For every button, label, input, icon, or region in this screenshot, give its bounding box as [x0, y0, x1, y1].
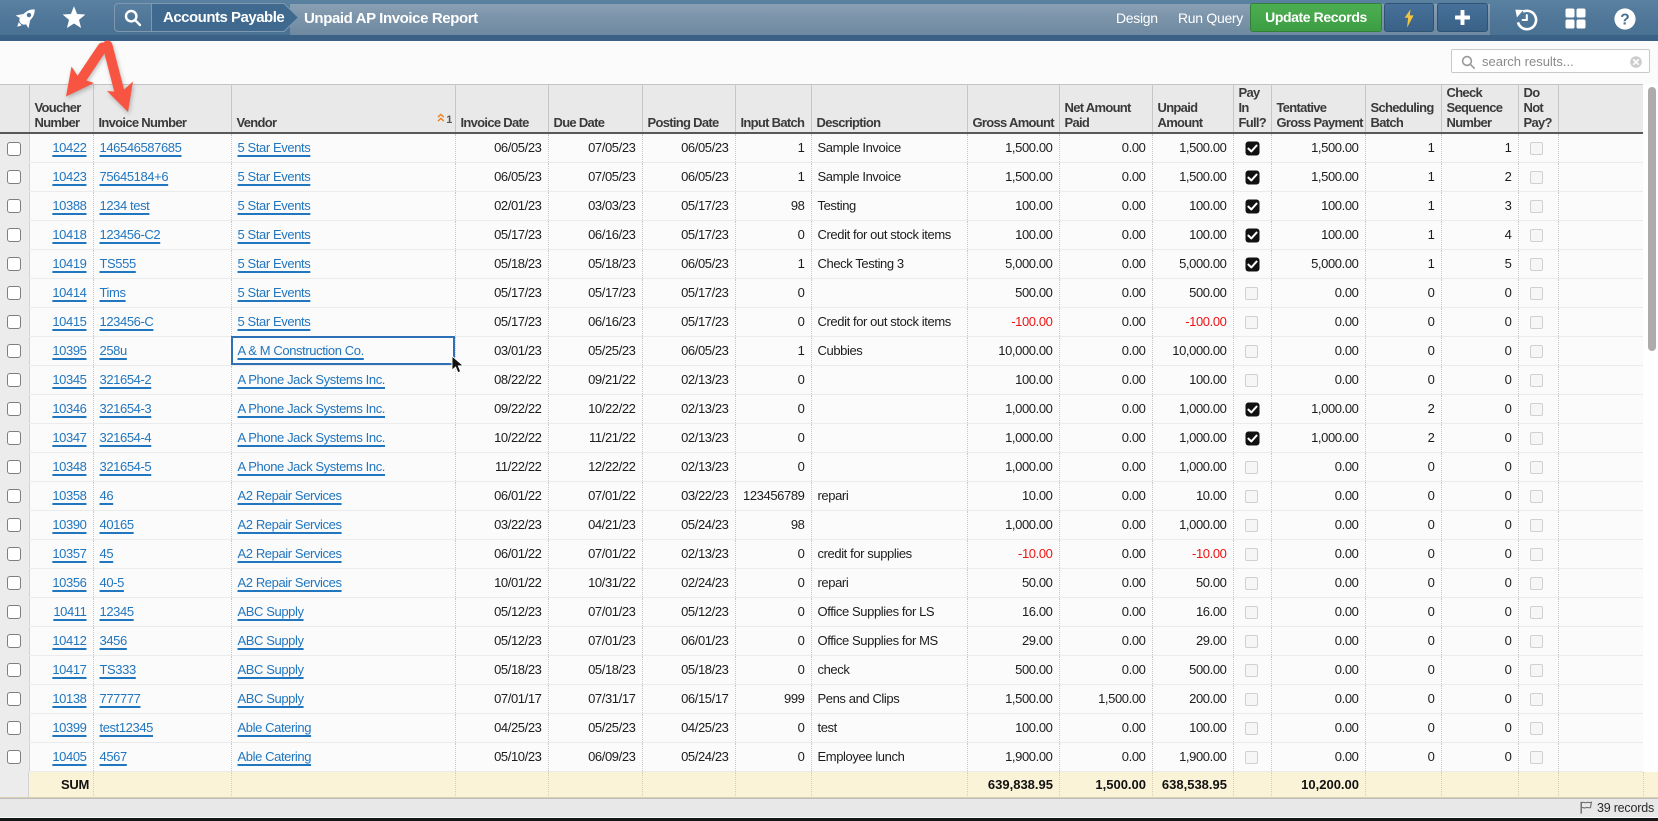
svg-text:1: 1 [446, 114, 452, 124]
svg-text:?: ? [1620, 12, 1629, 29]
